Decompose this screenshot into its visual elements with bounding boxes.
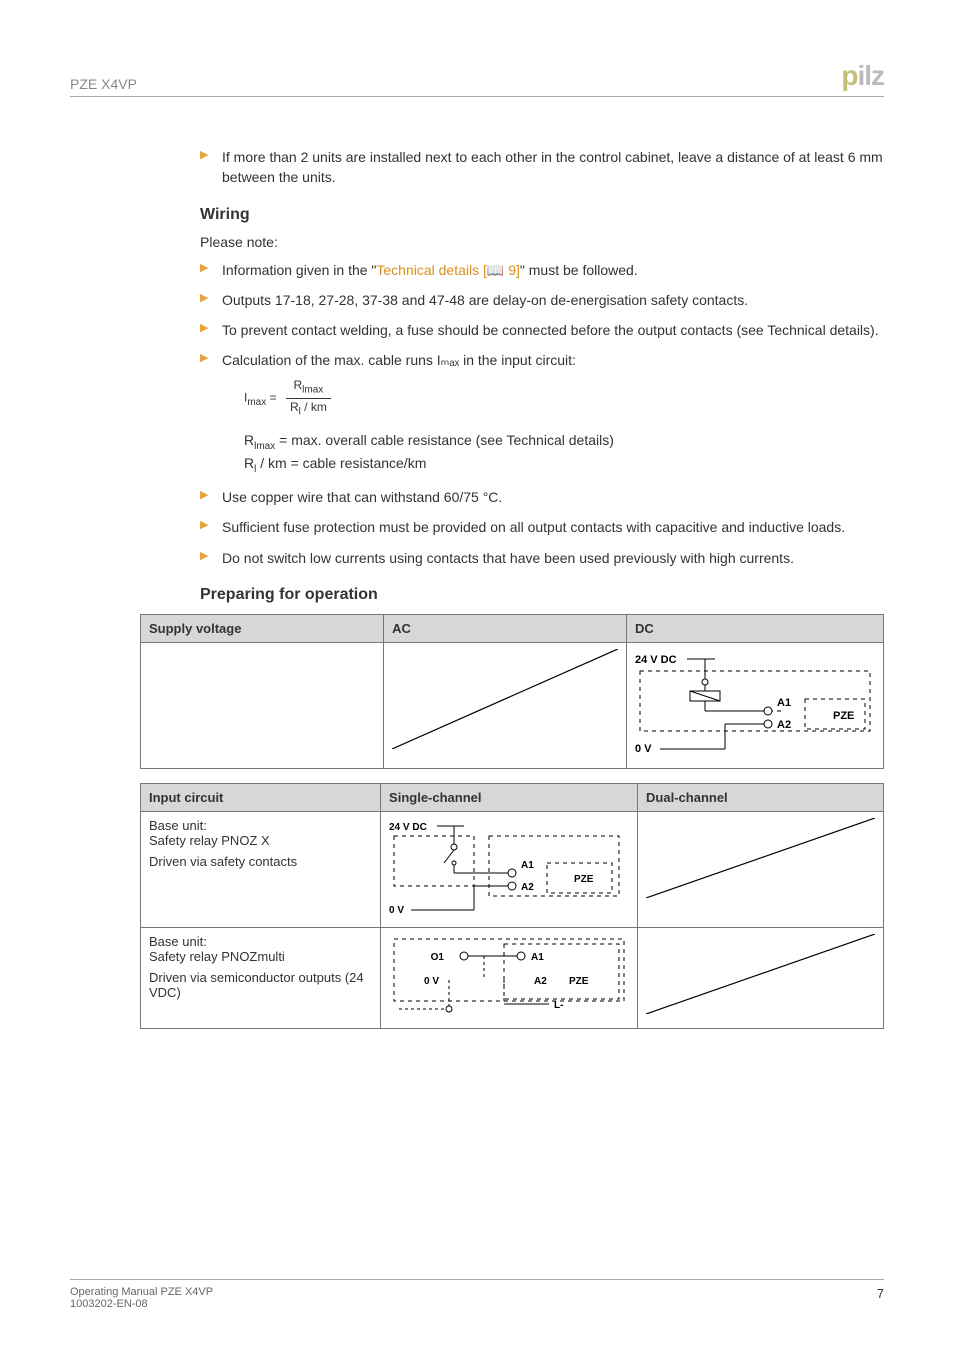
formula-num-sub: lmax [302, 384, 323, 395]
empty-slash-icon [646, 818, 875, 898]
wiring-b3: To prevent contact welding, a fuse shoul… [200, 320, 884, 340]
wiring-b5: Use copper wire that can withstand 60/75… [200, 487, 884, 507]
t1-h3: DC [626, 615, 883, 643]
t2-r2c1a: Base unit: [149, 934, 372, 949]
formula-den-tail: / km [301, 400, 327, 414]
formula-eq: = [266, 390, 280, 404]
after2-tail: / km = cable resistance/km [256, 455, 426, 471]
pilz-logo: pilz [841, 60, 884, 92]
prep-heading: Preparing for operation [200, 586, 884, 604]
doc-title: PZE X4VP [70, 76, 137, 92]
svg-text:PZE: PZE [833, 710, 854, 722]
after1: R [244, 432, 254, 448]
svg-text:24 V DC: 24 V DC [389, 822, 427, 833]
after1-sub: lmax [254, 440, 275, 451]
wiring-b1: Information given in the "Technical deta… [200, 260, 884, 280]
svg-text:O1: O1 [431, 952, 445, 963]
svg-text:A1: A1 [777, 697, 791, 709]
t1-r1c3: 24 V DC A1 [626, 643, 883, 769]
t1-r1c1 [141, 643, 384, 769]
supply-voltage-table: Supply voltage AC DC 24 V DC [140, 614, 884, 769]
t2-r2c2: O1 A1 0 V A2 PZE L- [381, 928, 638, 1029]
wiring-heading: Wiring [200, 206, 884, 224]
t2-r2c1b: Safety relay PNOZmulti [149, 949, 372, 964]
svg-text:0 V: 0 V [635, 743, 652, 755]
footer-l2: 1003202-EN-08 [70, 1298, 213, 1310]
t1-h1: Supply voltage [141, 615, 384, 643]
page-footer: Operating Manual PZE X4VP 1003202-EN-08 … [70, 1279, 884, 1310]
t1-h2: AC [384, 615, 627, 643]
t2-r1c3 [638, 812, 884, 928]
formula-explain: Rlmax = max. overall cable resistance (s… [244, 430, 884, 478]
svg-text:0 V: 0 V [389, 905, 404, 916]
formula: Imax = Rlmax Rl / km [244, 377, 884, 420]
svg-text:A2: A2 [777, 719, 791, 731]
intro-bullet: If more than 2 units are installed next … [200, 147, 884, 188]
wiring-b4-text: Calculation of the max. cable runs Iₘₐₓ … [222, 352, 576, 368]
input-circuit-table: Input circuit Single-channel Dual-channe… [140, 783, 884, 1029]
footer-l1: Operating Manual PZE X4VP [70, 1286, 213, 1298]
single-channel-pnozx-diagram: 24 V DC A1 A2 [389, 818, 629, 918]
logo-p: p [841, 60, 857, 91]
dc-supply-diagram: 24 V DC A1 [635, 649, 875, 759]
formula-num: R [293, 378, 302, 392]
formula-den: R [290, 400, 299, 414]
t2-h3: Dual-channel [638, 784, 884, 812]
formula-lhs-sub: max [247, 397, 266, 408]
page-header: PZE X4VP pilz [70, 60, 884, 97]
svg-text:L-: L- [554, 1000, 563, 1011]
t2-h2: Single-channel [381, 784, 638, 812]
t2-r2c3 [638, 928, 884, 1029]
page-number: 7 [877, 1286, 884, 1310]
wiring-b1-post: " must be followed. [520, 262, 638, 278]
wiring-b1-pre: Information given in the " [222, 262, 376, 278]
technical-details-link[interactable]: Technical details [📖 9] [376, 262, 520, 278]
empty-slash-icon [646, 934, 875, 1014]
t1-r1c2 [384, 643, 627, 769]
dc-top-label: 24 V DC [635, 654, 677, 666]
wiring-b7: Do not switch low currents using contact… [200, 548, 884, 568]
wiring-lead: Please note: [200, 234, 884, 250]
t2-r1c2: 24 V DC A1 A2 [381, 812, 638, 928]
logo-l: l [864, 60, 871, 91]
t2-r1c1a: Base unit: [149, 818, 372, 833]
svg-text:PZE: PZE [569, 976, 589, 987]
wiring-b6: Sufficient fuse protection must be provi… [200, 517, 884, 537]
wiring-b4: Calculation of the max. cable runs Iₘₐₓ … [200, 350, 884, 477]
svg-text:0 V: 0 V [424, 976, 439, 987]
t2-r2c1: Base unit: Safety relay PNOZmulti Driven… [141, 928, 381, 1029]
wiring-b2: Outputs 17-18, 27-28, 37-38 and 47-48 ar… [200, 290, 884, 310]
svg-text:A2: A2 [521, 882, 534, 893]
t2-r1c1c: Driven via safety contacts [149, 854, 372, 869]
t2-r2c1c: Driven via semiconductor outputs (24 VDC… [149, 970, 372, 1000]
after2: R [244, 455, 254, 471]
svg-text:A1: A1 [531, 952, 544, 963]
logo-z: z [871, 60, 884, 91]
svg-text:PZE: PZE [574, 874, 594, 885]
single-channel-pnozmulti-diagram: O1 A1 0 V A2 PZE L- [389, 934, 629, 1019]
t2-r1c1b: Safety relay PNOZ X [149, 833, 372, 848]
svg-text:A1: A1 [521, 860, 534, 871]
t2-h1: Input circuit [141, 784, 381, 812]
after1-tail: = max. overall cable resistance (see Tec… [275, 432, 614, 448]
t2-r1c1: Base unit: Safety relay PNOZ X Driven vi… [141, 812, 381, 928]
svg-text:A2: A2 [534, 976, 547, 987]
empty-slash-icon [392, 649, 618, 749]
